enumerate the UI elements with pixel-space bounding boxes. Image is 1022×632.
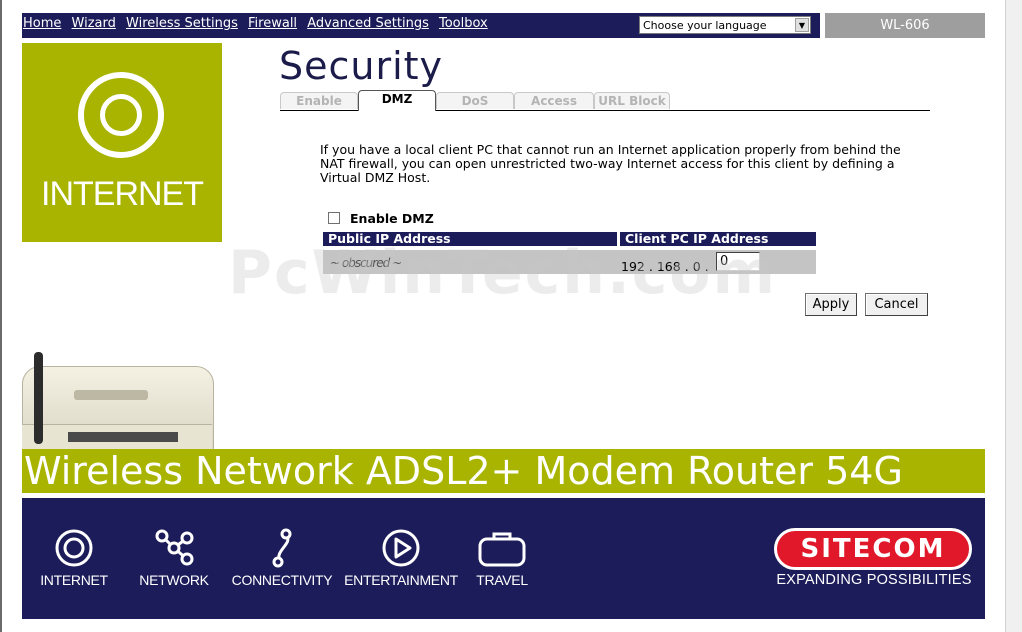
dmz-description: If you have a local client PC that canno… xyxy=(320,142,901,185)
client-ip-octet-1: 192 xyxy=(621,259,645,274)
play-icon xyxy=(382,529,420,567)
footer-item-network: NETWORK xyxy=(132,528,216,588)
nav-link-advanced-settings[interactable]: Advanced Settings xyxy=(307,16,429,31)
column-header-client-ip: Client PC IP Address xyxy=(620,232,816,246)
footer-label-network: NETWORK xyxy=(139,572,209,588)
scrollbar[interactable] xyxy=(1005,0,1022,632)
nav-links: Home Wizard Wireless Settings Firewall A… xyxy=(22,16,494,31)
nav-link-wireless-settings[interactable]: Wireless Settings xyxy=(126,16,238,31)
window-frame xyxy=(0,0,2,632)
footer-label-travel: TRAVEL xyxy=(476,572,528,588)
router-brand-plate xyxy=(74,390,148,400)
sitecom-logo: SITECOM xyxy=(774,528,972,570)
footer-item-internet: INTERNET xyxy=(36,528,112,588)
enable-dmz-row: Enable DMZ xyxy=(328,211,434,226)
router-image xyxy=(22,352,218,453)
nav-link-wizard[interactable]: Wizard xyxy=(72,16,116,31)
client-ip-octet-3: 0 xyxy=(692,259,701,274)
language-select-value: Choose your language xyxy=(643,19,767,32)
footer: INTERNET NETWORK CONNECTIVITY ENTERTAINM… xyxy=(22,498,985,619)
nav-link-home[interactable]: Home xyxy=(23,16,61,31)
footer-item-travel: TRAVEL xyxy=(470,528,534,588)
internet-panel: INTERNET xyxy=(22,43,222,242)
router-ports xyxy=(68,432,178,442)
tab-bar: Enable DMZ DoS Access URL Block xyxy=(280,90,930,111)
enable-dmz-label: Enable DMZ xyxy=(350,211,434,226)
cancel-button[interactable]: Cancel xyxy=(865,293,928,316)
nav-link-toolbox[interactable]: Toolbox xyxy=(439,16,488,31)
footer-item-entertainment: ENTERTAINMENT xyxy=(342,528,460,588)
nav-link-firewall[interactable]: Firewall xyxy=(248,16,297,31)
model-name: WL-606 xyxy=(825,13,985,38)
enable-dmz-checkbox[interactable] xyxy=(328,212,340,224)
page-title: Security xyxy=(279,44,444,88)
footer-label-connectivity: CONNECTIVITY xyxy=(231,572,333,588)
client-ip-prefix: 192. 168. 0. xyxy=(621,259,709,274)
footer-label-internet: INTERNET xyxy=(40,572,108,588)
apply-button[interactable]: Apply xyxy=(805,293,857,316)
internet-ring-inner xyxy=(100,94,142,136)
client-ip-octet-2: 168 xyxy=(656,259,681,274)
client-ip-last-octet-input[interactable]: 0 xyxy=(716,252,760,271)
language-select[interactable]: Choose your language ▼ xyxy=(639,16,811,34)
tab-access[interactable]: Access xyxy=(514,92,594,109)
internet-icon xyxy=(55,529,93,567)
tab-dos[interactable]: DoS xyxy=(436,92,514,109)
product-banner: Wireless Network ADSL2+ Modem Router 54G xyxy=(22,449,985,493)
network-icon xyxy=(155,529,194,566)
tab-dmz[interactable]: DMZ xyxy=(358,90,436,111)
tab-url-block[interactable]: URL Block xyxy=(594,92,670,109)
brand-tagline: EXPANDING POSSIBILITIES xyxy=(776,572,972,588)
footer-item-connectivity: CONNECTIVITY xyxy=(230,528,334,588)
top-nav-bar: Home Wizard Wireless Settings Firewall A… xyxy=(22,13,820,38)
chevron-down-icon[interactable]: ▼ xyxy=(795,18,809,32)
suitcase-icon xyxy=(478,532,526,567)
public-ip-value: ~ obscured ~ xyxy=(330,256,402,270)
footer-label-entertainment: ENTERTAINMENT xyxy=(344,572,458,588)
internet-panel-label: INTERNET xyxy=(41,175,204,213)
tab-enable[interactable]: Enable xyxy=(280,92,358,109)
product-name: Wireless Network ADSL2+ Modem Router 54G xyxy=(24,449,903,493)
column-header-public-ip: Public IP Address xyxy=(323,232,617,246)
connectivity-icon xyxy=(272,528,292,568)
router-antenna xyxy=(34,352,43,444)
